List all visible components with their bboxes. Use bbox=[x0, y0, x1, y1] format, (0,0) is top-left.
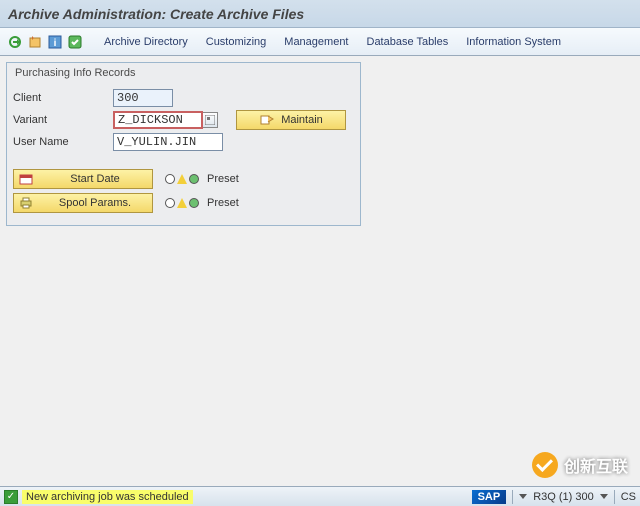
job-overview-icon[interactable] bbox=[26, 33, 44, 51]
username-input[interactable]: V_YULIN.JIN bbox=[113, 133, 223, 151]
start-date-traffic-icon bbox=[165, 174, 199, 184]
group-title: Purchasing Info Records bbox=[13, 65, 354, 85]
execute-icon[interactable] bbox=[6, 33, 24, 51]
session-dropdown-icon[interactable] bbox=[519, 494, 527, 499]
row-start-date: Start Date Preset bbox=[13, 167, 354, 191]
watermark-text: 创新互联 bbox=[564, 453, 628, 477]
printer-icon bbox=[18, 196, 34, 210]
start-date-label: Start Date bbox=[42, 173, 148, 185]
menu-customizing[interactable]: Customizing bbox=[198, 32, 275, 52]
page-title: Archive Administration: Create Archive F… bbox=[8, 6, 304, 22]
menu-management[interactable]: Management bbox=[276, 32, 356, 52]
title-bar: Archive Administration: Create Archive F… bbox=[0, 0, 640, 28]
group-purchasing-info-records: Purchasing Info Records Client 300 Varia… bbox=[6, 62, 361, 226]
status-right: SAP R3Q (1) 300 CS bbox=[472, 490, 636, 504]
row-spool-params: Spool Params. Preset bbox=[13, 191, 354, 215]
spool-traffic-icon bbox=[165, 198, 199, 208]
svg-text:i: i bbox=[54, 38, 57, 49]
username-label: User Name bbox=[13, 136, 113, 148]
variant-label: Variant bbox=[13, 114, 113, 126]
system-info: R3Q (1) 300 bbox=[533, 491, 594, 503]
calendar-icon bbox=[18, 172, 34, 186]
spool-preset-label: Preset bbox=[207, 197, 239, 209]
variant-input[interactable]: Z_DICKSON bbox=[113, 111, 203, 129]
info-icon[interactable]: i bbox=[46, 33, 64, 51]
menu-archive-directory[interactable]: Archive Directory bbox=[96, 32, 196, 52]
spool-params-button[interactable]: Spool Params. bbox=[13, 193, 153, 213]
search-help-icon[interactable] bbox=[202, 112, 218, 128]
client-value: 300 bbox=[113, 89, 173, 107]
maintain-label: Maintain bbox=[281, 114, 323, 126]
row-client: Client 300 bbox=[13, 87, 354, 109]
menu-information-system[interactable]: Information System bbox=[458, 32, 569, 52]
watermark-icon bbox=[532, 452, 558, 478]
watermark: 创新互联 bbox=[532, 452, 628, 478]
maintain-button[interactable]: Maintain bbox=[236, 110, 346, 130]
maintain-icon bbox=[259, 113, 275, 127]
client-label: Client bbox=[13, 92, 113, 104]
status-message: New archiving job was scheduled bbox=[22, 490, 193, 504]
start-date-button[interactable]: Start Date bbox=[13, 169, 153, 189]
sap-logo: SAP bbox=[472, 490, 507, 504]
work-area: Purchasing Info Records Client 300 Varia… bbox=[0, 56, 640, 226]
system-dropdown-icon[interactable] bbox=[600, 494, 608, 499]
row-variant: Variant Z_DICKSON Maintain bbox=[13, 109, 354, 131]
status-bar: ✓ New archiving job was scheduled SAP R3… bbox=[0, 486, 640, 506]
application-toolbar: i Archive Directory Customizing Manageme… bbox=[0, 28, 640, 56]
menu-database-tables[interactable]: Database Tables bbox=[359, 32, 457, 52]
start-date-preset-label: Preset bbox=[207, 173, 239, 185]
link-icon[interactable] bbox=[66, 33, 84, 51]
server-info: CS bbox=[621, 491, 636, 503]
status-success-icon: ✓ bbox=[4, 490, 18, 504]
row-username: User Name V_YULIN.JIN bbox=[13, 131, 354, 153]
spool-params-label: Spool Params. bbox=[42, 197, 148, 209]
